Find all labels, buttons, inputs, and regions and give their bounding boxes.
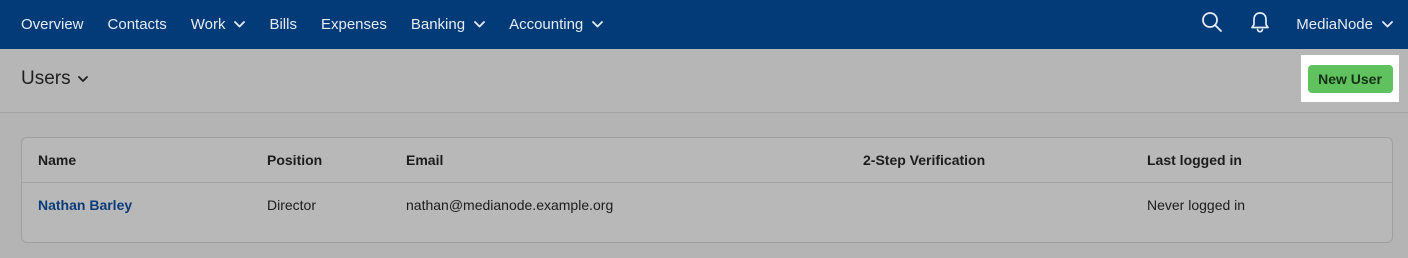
- nav-item-label: Banking: [410, 16, 466, 33]
- nav-item-label: Accounting: [509, 16, 584, 33]
- chevron-down-icon: [1382, 21, 1393, 28]
- user-email: nathan@medianode.example.org: [406, 197, 614, 213]
- nav-item-overview[interactable]: Overview: [0, 0, 96, 49]
- page-title: Users: [21, 68, 71, 89]
- nav-right-group: MediaNode: [1188, 0, 1408, 49]
- top-navigation-bar: Overview Contacts Work Bills Expenses Ba…: [0, 0, 1408, 49]
- column-header-2-step-verification[interactable]: 2-Step Verification: [863, 152, 985, 168]
- column-header-name[interactable]: Name: [38, 152, 76, 168]
- chevron-down-icon: [77, 75, 88, 83]
- chevron-down-icon: [592, 21, 604, 28]
- table-header: Name Position Email 2-Step Verification …: [22, 138, 1392, 183]
- nav-item-accounting[interactable]: Accounting: [497, 0, 615, 49]
- nav-item-expenses[interactable]: Expenses: [309, 0, 399, 49]
- new-user-highlight: New User: [1301, 55, 1399, 102]
- account-menu[interactable]: MediaNode: [1284, 0, 1408, 49]
- table-row[interactable]: Nathan Barley Director nathan@medianode.…: [22, 184, 1392, 228]
- account-name: MediaNode: [1296, 16, 1373, 33]
- chevron-down-icon: [234, 21, 246, 28]
- new-user-button[interactable]: New User: [1307, 64, 1393, 93]
- chevron-down-icon: [474, 21, 485, 28]
- users-table: Name Position Email 2-Step Verification …: [21, 137, 1393, 243]
- nav-item-contacts[interactable]: Contacts: [96, 0, 179, 49]
- nav-item-label: Work: [190, 16, 226, 33]
- notifications-button[interactable]: [1236, 0, 1284, 49]
- nav-item-label: Contacts: [107, 16, 167, 33]
- column-header-last-logged-in[interactable]: Last logged in: [1147, 152, 1242, 168]
- user-last-logged-in: Never logged in: [1147, 197, 1246, 213]
- user-name-link[interactable]: Nathan Barley: [38, 197, 132, 213]
- nav-item-work[interactable]: Work: [179, 0, 258, 49]
- user-position: Director: [267, 197, 317, 213]
- nav-item-bills[interactable]: Bills: [257, 0, 309, 49]
- column-header-email[interactable]: Email: [406, 152, 443, 168]
- nav-item-label: Overview: [21, 16, 84, 33]
- column-header-position[interactable]: Position: [267, 152, 322, 168]
- page-header: Users: [0, 49, 1408, 113]
- nav-item-banking[interactable]: Banking: [399, 0, 497, 49]
- bell-icon: [1250, 11, 1270, 38]
- search-button[interactable]: [1188, 0, 1236, 49]
- nav-item-label: Bills: [269, 16, 297, 33]
- search-icon: [1201, 11, 1223, 38]
- page-title-menu[interactable]: Users: [21, 68, 88, 90]
- nav-item-label: Expenses: [320, 16, 387, 33]
